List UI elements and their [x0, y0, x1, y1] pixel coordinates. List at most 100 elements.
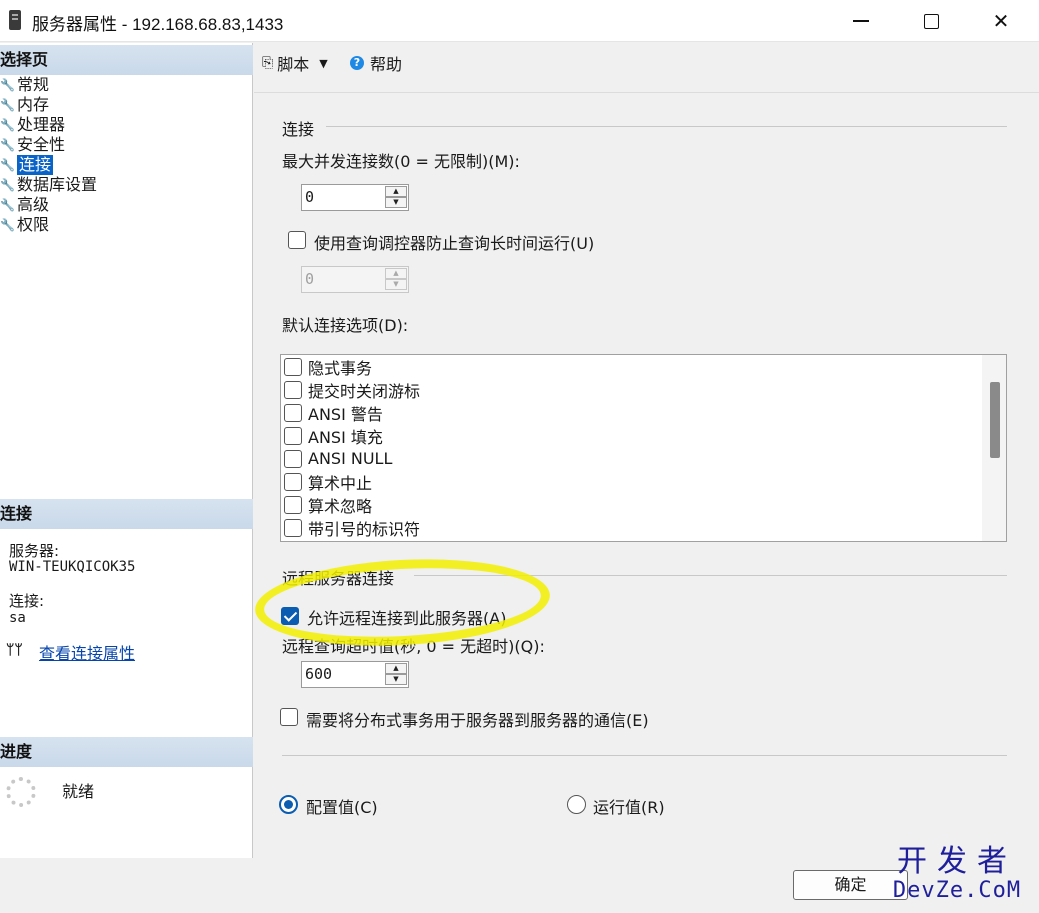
page-item-advanced[interactable]: 🔧 高级 — [0, 195, 97, 215]
stepper-up-icon: ▲ — [385, 268, 407, 279]
close-button[interactable]: ✕ — [966, 0, 1036, 42]
group-divider — [282, 755, 1007, 756]
wrench-icon: 🔧 — [0, 198, 15, 212]
running-values-label: 运行值(R) — [593, 798, 665, 817]
option-checkbox[interactable] — [284, 426, 302, 445]
page-item-label: 安全性 — [17, 135, 66, 154]
running-values-radio[interactable] — [567, 795, 586, 814]
query-governor-checkbox[interactable] — [288, 231, 306, 249]
stepper-up-icon[interactable]: ▲ — [385, 186, 407, 197]
scrollbar[interactable] — [982, 355, 1006, 541]
distributed-transactions-checkbox[interactable] — [280, 708, 298, 726]
watermark-line2: DevZe.CoM — [892, 878, 1022, 903]
page-list: 🔧 常规 🔧 内存 🔧 处理器 🔧 安全性 🔧 连接 🔧 数据库设置 🔧 高级 🔧 权限 — [0, 75, 97, 235]
minimize-button[interactable] — [826, 0, 896, 42]
option-label: 隐式事务 — [308, 358, 373, 378]
option-label: ANSI 填充 — [308, 427, 383, 447]
max-connections-label: 最大并发连接数(0 = 无限制)(M): — [282, 152, 520, 171]
help-label: 帮助 — [370, 55, 403, 74]
page-item-label: 内存 — [17, 95, 50, 114]
stepper-buttons: ▲ ▼ — [385, 268, 407, 291]
option-checkbox[interactable] — [284, 449, 302, 468]
chevron-down-icon[interactable]: ▼ — [319, 57, 327, 70]
list-item[interactable]: 带引号的标识符 — [281, 516, 420, 539]
title-bar: 服务器属性 - 192.168.68.83,1433 ✕ — [0, 0, 1039, 42]
page-item-memory[interactable]: 🔧 内存 — [0, 95, 97, 115]
list-item[interactable]: 隐式事务 — [281, 355, 372, 378]
script-icon: ⎘ — [262, 55, 274, 71]
wrench-icon: 🔧 — [0, 78, 15, 92]
wrench-icon: 🔧 — [0, 118, 15, 132]
page-item-general[interactable]: 🔧 常规 — [0, 75, 97, 95]
list-item[interactable]: ANSI 警告 — [281, 401, 383, 424]
view-connection-properties-link[interactable]: 查看连接属性 — [39, 640, 135, 664]
page-item-label: 处理器 — [17, 115, 66, 134]
page-item-connections[interactable]: 🔧 连接 — [0, 155, 97, 175]
group-divider — [414, 575, 1007, 576]
script-button[interactable]: ⎘ 脚本 ▼ — [262, 51, 328, 75]
query-governor-value: 0 — [305, 270, 315, 288]
option-label: 算术中止 — [308, 473, 373, 493]
configured-values-radio[interactable] — [279, 795, 298, 814]
script-label: 脚本 — [277, 55, 310, 74]
watermark-line1: 开发者 — [897, 844, 1017, 879]
stepper-up-icon[interactable]: ▲ — [385, 663, 407, 674]
option-checkbox[interactable] — [284, 380, 302, 399]
stepper-buttons: ▲ ▼ — [385, 663, 407, 686]
connections-page: 连接 最大并发连接数(0 = 无限制)(M): 0 ▲ ▼ 使用查询调控器防止查… — [254, 94, 1039, 858]
wrench-icon: 🔧 — [0, 138, 15, 152]
remote-timeout-stepper[interactable]: 600 ▲ ▼ — [301, 661, 409, 688]
option-label: 算术忽略 — [308, 496, 373, 516]
help-button[interactable]: ? 帮助 — [350, 51, 402, 75]
option-label: ANSI 警告 — [308, 404, 383, 424]
plug-icon: ᛘᛘ — [6, 642, 23, 658]
maximize-icon — [923, 13, 939, 29]
select-page-header: 选择页 — [0, 45, 253, 75]
toolbar: ⎘ 脚本 ▼ ? 帮助 — [254, 43, 1039, 93]
allow-remote-checkbox[interactable] — [281, 607, 299, 625]
default-options-list[interactable]: 隐式事务 提交时关闭游标 ANSI 警告 ANSI 填充 ANSI NULL 算… — [280, 354, 1007, 542]
connection-info-header: 连接 — [0, 499, 253, 529]
option-label: 带引号的标识符 — [308, 519, 421, 539]
progress-status: 就绪 — [62, 782, 95, 801]
distributed-transactions-label: 需要将分布式事务用于服务器到服务器的通信(E) — [306, 711, 649, 730]
option-checkbox[interactable] — [284, 472, 302, 491]
page-item-label: 数据库设置 — [17, 175, 98, 194]
stepper-down-icon[interactable]: ▼ — [385, 674, 407, 685]
option-checkbox[interactable] — [284, 357, 302, 376]
option-checkbox[interactable] — [284, 495, 302, 514]
query-governor-stepper: 0 ▲ ▼ — [301, 266, 409, 293]
list-item[interactable]: 算术忽略 — [281, 493, 372, 516]
page-item-processor[interactable]: 🔧 处理器 — [0, 115, 97, 135]
remote-timeout-label: 远程查询超时值(秒, 0 = 无超时)(Q): — [282, 637, 545, 656]
connections-group-title: 连接 — [282, 120, 315, 139]
watermark-logo: 开发者 DevZe.CoM — [882, 846, 1032, 904]
maximize-button[interactable] — [896, 0, 966, 42]
server-icon — [9, 10, 21, 30]
list-item[interactable]: ANSI NULL — [281, 447, 392, 470]
allow-remote-label: 允许远程连接到此服务器(A) — [307, 609, 507, 628]
stepper-down-icon: ▼ — [385, 279, 407, 290]
list-item[interactable]: 提交时关闭游标 — [281, 378, 420, 401]
page-item-permissions[interactable]: 🔧 权限 — [0, 215, 97, 235]
progress-spinner-icon — [6, 777, 36, 807]
max-connections-value: 0 — [305, 188, 315, 206]
option-checkbox[interactable] — [284, 403, 302, 422]
stepper-down-icon[interactable]: ▼ — [385, 197, 407, 208]
wrench-icon: 🔧 — [0, 178, 15, 192]
option-label: ANSI NULL — [308, 449, 393, 468]
server-value: WIN-TEUKQICOK35 — [9, 559, 136, 575]
wrench-icon: 🔧 — [0, 158, 15, 172]
page-item-security[interactable]: 🔧 安全性 — [0, 135, 97, 155]
scrollbar-thumb[interactable] — [990, 382, 1000, 458]
progress-header: 进度 — [0, 737, 253, 767]
page-item-label: 权限 — [17, 215, 50, 234]
option-label: 提交时关闭游标 — [308, 381, 421, 401]
page-item-database-settings[interactable]: 🔧 数据库设置 — [0, 175, 97, 195]
option-checkbox[interactable] — [284, 518, 302, 537]
max-connections-stepper[interactable]: 0 ▲ ▼ — [301, 184, 409, 211]
stepper-buttons: ▲ ▼ — [385, 186, 407, 209]
server-label: 服务器: — [9, 542, 60, 560]
list-item[interactable]: ANSI 填充 — [281, 424, 383, 447]
list-item[interactable]: 算术中止 — [281, 470, 372, 493]
